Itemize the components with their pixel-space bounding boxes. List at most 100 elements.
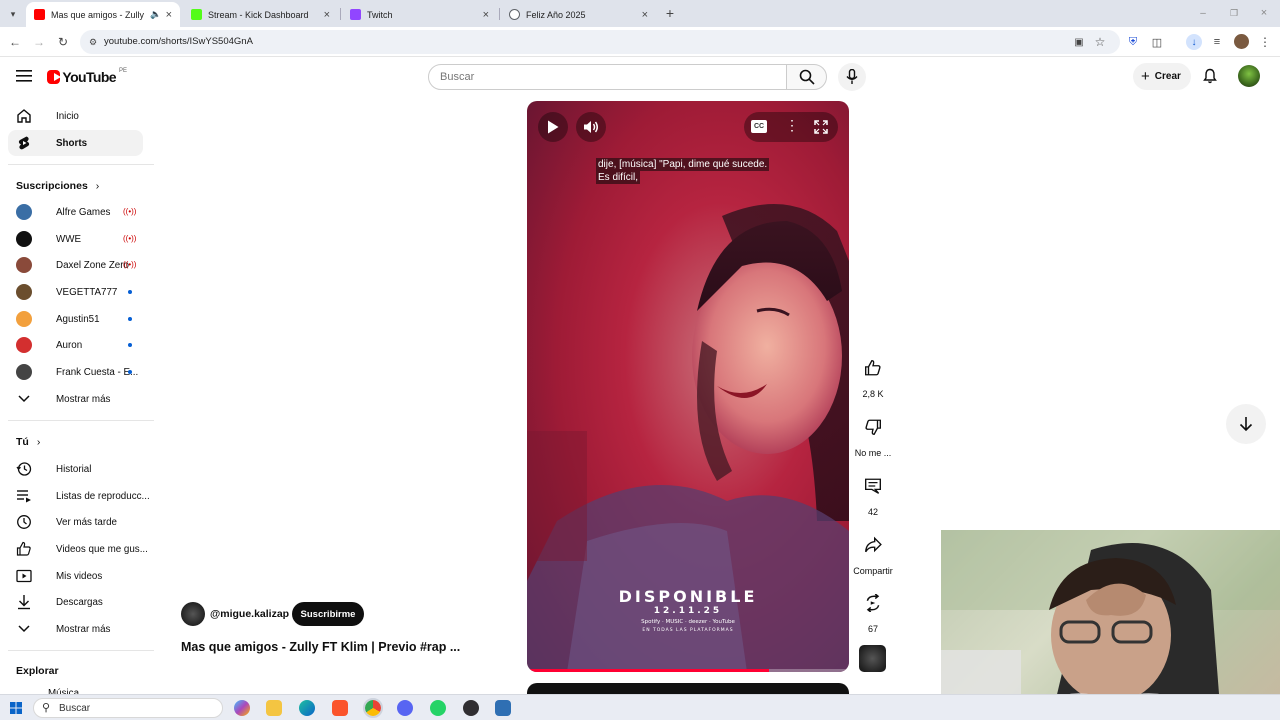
short-video-player[interactable]: CC ⋮ dije, [música] "Papi, dime qué suce… [527,101,849,672]
sidebar-item-shorts[interactable]: Shorts [8,130,143,156]
shield-extension-icon[interactable]: ⛨ [1126,35,1140,49]
app-window-icon[interactable] [495,700,511,716]
subscriptions-heading[interactable]: Suscripciones › [16,180,99,192]
sound-thumbnail[interactable] [859,645,886,672]
extensions-icon[interactable]: ◫ [1150,35,1164,49]
sidebar-item-alfre-games[interactable]: Alfre Games ((•)) [8,199,143,225]
sidebar-item-playlists[interactable]: Listas de reproducc... [8,483,150,509]
channel-avatar[interactable] [181,602,205,626]
restore-icon[interactable]: ❐ [1227,6,1241,20]
sidebar-show-more-subscriptions[interactable]: Mostrar más [8,386,143,412]
sidebar-item-downloads[interactable]: Descargas [8,589,143,615]
download-icon[interactable]: ↓ [1186,34,1202,50]
taskbar-search-input[interactable]: ⚲ Buscar [33,698,223,718]
profile-avatar-icon[interactable] [1234,34,1249,49]
obs-icon[interactable] [463,700,479,716]
channel-avatar [16,204,32,220]
sidebar-item-frank-cuesta[interactable]: Frank Cuesta - E... [8,359,143,385]
short-title[interactable]: Mas que amigos - Zully FT Klim | Previo … [181,640,460,654]
remix-action[interactable]: 67 [852,583,894,634]
speaker-icon[interactable]: 🔈 [150,9,161,20]
brave-icon[interactable] [332,700,348,716]
windows-start-icon[interactable] [10,702,22,714]
back-icon[interactable]: ← [7,35,23,49]
create-button[interactable]: + Crear [1133,63,1191,90]
sidebar-item-label: Descargas [56,596,103,608]
sidebar-item-my-videos[interactable]: Mis videos [8,563,143,589]
notifications-bell-icon[interactable] [1202,68,1218,84]
close-window-icon[interactable]: × [1257,6,1271,20]
file-explorer-icon[interactable] [266,700,282,716]
tab-feliz[interactable]: Feliz Año 2025 × [501,2,656,27]
like-action[interactable]: 2,8 K [852,348,894,399]
search-button[interactable] [786,64,827,90]
dislike-button[interactable] [853,407,893,447]
new-content-dot [128,343,132,347]
sidebar-item-watch-later[interactable]: Ver más tarde [8,509,143,535]
close-tab-icon[interactable]: × [483,9,489,21]
site-info-icon[interactable]: ⚙ [86,35,100,49]
sidebar-divider [8,164,154,165]
tab-search-icon[interactable]: ▾ [5,7,21,21]
remix-button[interactable] [853,583,893,623]
tab-youtube[interactable]: Mas que amigos - Zully FT 🔈 × [26,2,180,27]
comments-action[interactable]: 42 [852,466,894,517]
close-tab-icon[interactable]: × [324,9,330,21]
sidebar-item-vegetta777[interactable]: VEGETTA777 [8,279,143,305]
browser-menu-icon[interactable]: ⋮ [1258,35,1272,49]
sidebar-item-auron[interactable]: Auron [8,332,143,358]
closed-captions-icon[interactable]: CC [751,120,767,133]
tab-separator [499,8,500,20]
tab-kick[interactable]: Stream - Kick Dashboard × [183,2,338,27]
bookmark-star-icon[interactable]: ☆ [1093,35,1107,49]
like-button[interactable] [853,348,893,388]
channel-avatar [16,364,32,380]
channel-handle[interactable]: @migue.kalizap [210,608,289,620]
youtube-logo[interactable]: YouTube PE [47,67,127,87]
reload-icon[interactable]: ↻ [55,35,71,49]
copilot-icon[interactable] [234,700,250,716]
whatsapp-icon[interactable] [430,700,446,716]
sidebar-item-agustin51[interactable]: Agustin51 [8,306,143,332]
address-bar-row: ← → ↻ ⚙ youtube.com/shorts/ISwYS504GnA ▣… [0,27,1280,57]
sidebar-divider [8,650,154,651]
omnibox[interactable]: ⚙ youtube.com/shorts/ISwYS504GnA ▣ ☆ [80,30,1120,54]
sidebar-item-label: VEGETTA777 [56,286,118,298]
video-progress-bar[interactable] [527,669,849,672]
next-short-button[interactable] [1226,404,1266,444]
minimize-icon[interactable]: – [1196,6,1210,20]
forward-icon[interactable]: → [31,35,47,49]
discord-icon[interactable] [397,700,413,716]
comments-button[interactable] [853,466,893,506]
install-app-icon[interactable]: ▣ [1072,35,1086,49]
play-button[interactable] [538,112,568,142]
volume-button[interactable] [576,112,606,142]
chrome-icon[interactable] [363,698,383,718]
hamburger-menu-icon[interactable] [16,69,32,83]
sidebar-item-historial[interactable]: Historial [8,456,143,482]
fullscreen-icon[interactable] [814,120,828,134]
close-tab-icon[interactable]: × [642,9,648,21]
sidebar-show-more-you[interactable]: Mostrar más [8,616,143,642]
close-tab-icon[interactable]: × [166,9,172,21]
youtube-play-logo-icon [47,70,61,84]
more-options-icon[interactable]: ⋮ [785,117,799,135]
search-input[interactable]: Buscar [428,64,787,90]
next-short-preview[interactable] [527,683,849,694]
dislike-action[interactable]: No me ... [852,407,894,458]
tab-twitch[interactable]: Twitch × [342,2,497,27]
sidebar-item-liked-videos[interactable]: Videos que me gus... [8,536,148,562]
region-code: PE [118,68,127,74]
share-action[interactable]: Compartir [852,525,894,576]
media-control-icon[interactable]: ≡ [1210,35,1224,49]
subscribe-button[interactable]: Suscribirme [292,602,364,626]
account-avatar[interactable] [1238,65,1260,87]
new-tab-icon[interactable]: + [662,5,678,21]
sidebar-item-daxel-zone-zero[interactable]: Daxel Zone Zero ((•)) [8,252,143,278]
you-heading[interactable]: Tú › [16,436,40,448]
sidebar-item-inicio[interactable]: Inicio [8,103,143,129]
sidebar-item-wwe[interactable]: WWE ((•)) [8,226,143,252]
edge-icon[interactable] [299,700,315,716]
share-button[interactable] [853,525,893,565]
voice-search-button[interactable] [838,63,866,91]
